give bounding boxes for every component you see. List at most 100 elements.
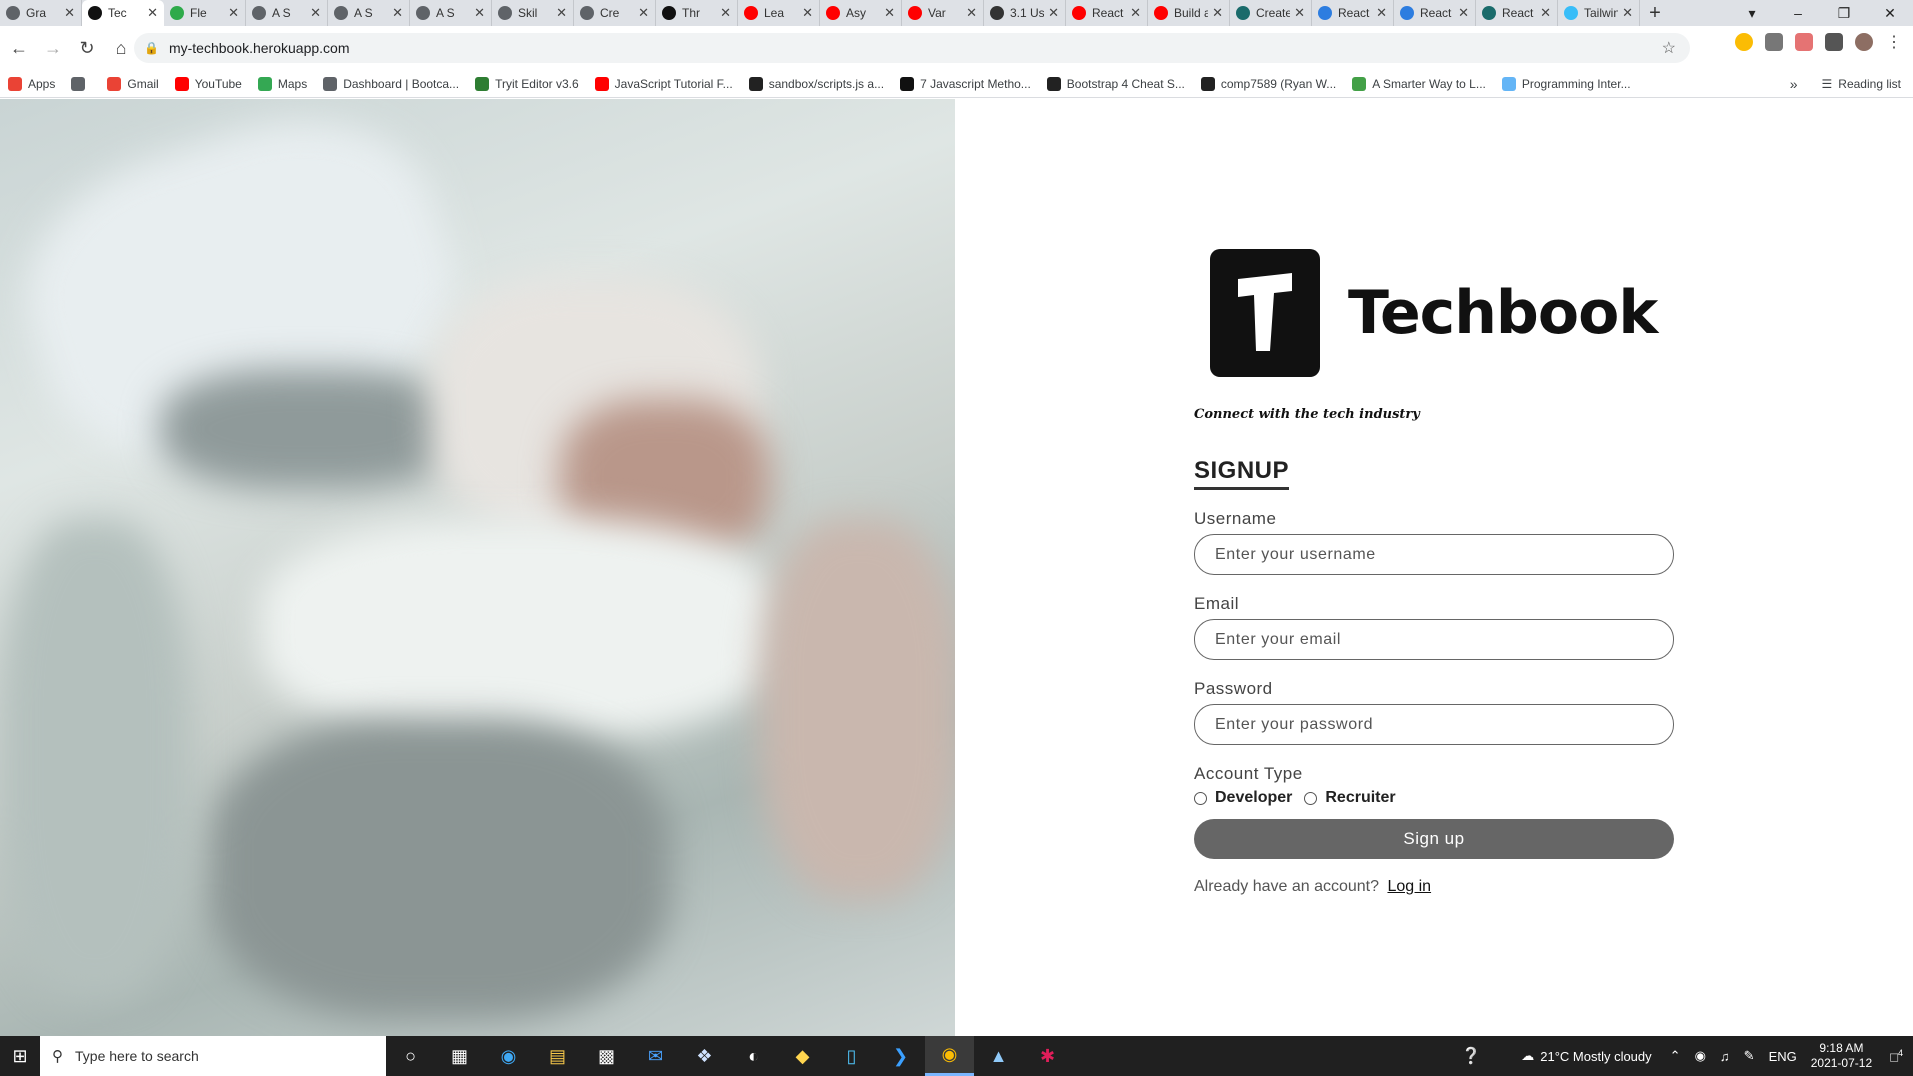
close-window-icon[interactable]: ✕ xyxy=(1867,0,1913,26)
login-link[interactable]: Log in xyxy=(1387,878,1431,895)
chrome-icon[interactable]: ◉ xyxy=(925,1036,974,1076)
browser-tab[interactable]: Cre ✕ xyxy=(574,0,656,26)
bookmark-item[interactable]: Apps xyxy=(8,76,55,91)
extension-icon[interactable] xyxy=(1795,33,1813,51)
weather-text[interactable]: 21°C Mostly cloudy xyxy=(1540,1049,1651,1064)
browser-tab[interactable]: React B ✕ xyxy=(1394,0,1476,26)
bookmark-item[interactable]: Gmail xyxy=(107,76,159,91)
browser-tab[interactable]: A S ✕ xyxy=(328,0,410,26)
notifications-icon[interactable]: □4 xyxy=(1890,1048,1903,1064)
bookmark-item[interactable]: JavaScript Tutorial F... xyxy=(594,76,733,91)
minimize-icon[interactable]: – xyxy=(1775,0,1821,26)
tab-close-icon[interactable]: ✕ xyxy=(1048,5,1059,21)
vscode-icon[interactable]: ❯ xyxy=(876,1036,925,1076)
volume-icon[interactable]: ♫ xyxy=(1720,1049,1730,1064)
bookmark-item[interactable]: comp7589 (Ryan W... xyxy=(1200,76,1336,91)
dropbox-icon[interactable]: ❖ xyxy=(680,1036,729,1076)
file-explorer-icon[interactable]: ▤ xyxy=(533,1036,582,1076)
username-field[interactable] xyxy=(1194,534,1674,575)
developer-radio[interactable] xyxy=(1194,791,1207,805)
restore-icon[interactable]: ❐ xyxy=(1821,0,1867,26)
language-indicator[interactable]: ENG xyxy=(1769,1049,1797,1064)
tab-close-icon[interactable]: ✕ xyxy=(1458,5,1469,21)
browser-tab[interactable]: Build a ✕ xyxy=(1148,0,1230,26)
bookmark-item[interactable] xyxy=(71,76,91,91)
extension-icon[interactable] xyxy=(1765,33,1783,51)
bookmark-item[interactable]: Tryit Editor v3.6 xyxy=(475,76,579,91)
browser-tab[interactable]: React A ✕ xyxy=(1476,0,1558,26)
new-tab-button[interactable]: + xyxy=(1640,0,1670,26)
tab-close-icon[interactable]: ✕ xyxy=(1376,5,1387,21)
forward-icon[interactable]: → xyxy=(38,33,68,63)
bookmark-item[interactable]: YouTube xyxy=(174,76,242,91)
tab-close-icon[interactable]: ✕ xyxy=(1130,5,1141,21)
tab-close-icon[interactable]: ✕ xyxy=(1540,5,1551,21)
browser-tab[interactable]: Create ✕ xyxy=(1230,0,1312,26)
tab-close-icon[interactable]: ✕ xyxy=(474,5,485,21)
edge-icon[interactable]: ◉ xyxy=(484,1036,533,1076)
browser-tab[interactable]: A S ✕ xyxy=(410,0,492,26)
tab-close-icon[interactable]: ✕ xyxy=(64,5,75,21)
help-icon[interactable]: ❔ xyxy=(1461,1046,1481,1066)
notepad-icon[interactable]: ▯ xyxy=(827,1036,876,1076)
reload-icon[interactable]: ↻ xyxy=(72,33,102,63)
browser-tab[interactable]: A S ✕ xyxy=(246,0,328,26)
tab-close-icon[interactable]: ✕ xyxy=(638,5,649,21)
tab-close-icon[interactable]: ✕ xyxy=(310,5,321,21)
browser-tab[interactable]: Thr ✕ xyxy=(656,0,738,26)
tab-close-icon[interactable]: ✕ xyxy=(1294,5,1305,21)
bookmark-star-icon[interactable]: ☆ xyxy=(1662,38,1676,58)
bookmark-item[interactable]: Dashboard | Bootca... xyxy=(323,76,459,91)
task-view-icon[interactable]: ▦ xyxy=(435,1036,484,1076)
back-icon[interactable]: ← xyxy=(4,33,34,63)
bookmark-item[interactable]: Bootstrap 4 Cheat S... xyxy=(1046,76,1185,91)
app-icon[interactable]: ▲ xyxy=(974,1036,1023,1076)
tab-close-icon[interactable]: ✕ xyxy=(802,5,813,21)
tab-close-icon[interactable]: ✕ xyxy=(147,5,158,21)
browser-tab[interactable]: Tec ✕ xyxy=(82,0,164,26)
bookmark-item[interactable]: 7 Javascript Metho... xyxy=(900,76,1031,91)
pen-icon[interactable]: ✎ xyxy=(1744,1048,1755,1064)
cortana-icon[interactable]: ○ xyxy=(386,1036,435,1076)
clock[interactable]: 9:18 AM 2021-07-12 xyxy=(1811,1041,1872,1071)
browser-tab[interactable]: Var ✕ xyxy=(902,0,984,26)
wifi-icon[interactable]: ◉ xyxy=(1695,1048,1706,1064)
browser-tab[interactable]: Asy ✕ xyxy=(820,0,902,26)
tab-close-icon[interactable]: ✕ xyxy=(720,5,731,21)
browser-tab[interactable]: React JS ✕ xyxy=(1066,0,1148,26)
tab-close-icon[interactable]: ✕ xyxy=(1212,5,1223,21)
email-field[interactable] xyxy=(1194,619,1674,660)
slack-icon[interactable]: ✱ xyxy=(1023,1036,1072,1076)
browser-tab[interactable]: 3.1 Usin✕ xyxy=(984,0,1066,26)
address-bar[interactable]: 🔒 my-techbook.herokuapp.com ☆ xyxy=(134,33,1690,63)
browser-tab[interactable]: Tailwind ✕ xyxy=(1558,0,1640,26)
tab-search-icon[interactable]: ▾ xyxy=(1729,0,1775,26)
taskbar-search[interactable]: ⚲ Type here to search xyxy=(40,1036,386,1076)
browser-tab[interactable]: Skil ✕ xyxy=(492,0,574,26)
github-desktop-icon[interactable]: ◐ xyxy=(729,1036,778,1076)
store-icon[interactable]: ▩ xyxy=(582,1036,631,1076)
bookmark-item[interactable]: Maps xyxy=(257,76,307,91)
bookmark-item[interactable]: Programming Inter... xyxy=(1501,76,1631,91)
tray-chevron-icon[interactable]: ⌃ xyxy=(1670,1048,1681,1064)
recruiter-radio[interactable] xyxy=(1304,791,1318,805)
more-bookmarks-icon[interactable]: » xyxy=(1790,76,1798,92)
bookmark-item[interactable]: A Smarter Way to L... xyxy=(1352,76,1486,91)
windows-start-icon[interactable]: ⊞ xyxy=(0,1036,40,1076)
git-icon[interactable]: ◆ xyxy=(778,1036,827,1076)
mail-icon[interactable]: ✉ xyxy=(631,1036,680,1076)
extension-icon[interactable] xyxy=(1735,33,1753,51)
reading-list[interactable]: » ☰ Reading list xyxy=(1790,70,1901,98)
password-field[interactable] xyxy=(1194,704,1674,745)
tab-close-icon[interactable]: ✕ xyxy=(966,5,977,21)
tab-close-icon[interactable]: ✕ xyxy=(228,5,239,21)
extensions-puzzle-icon[interactable] xyxy=(1825,33,1843,51)
tab-close-icon[interactable]: ✕ xyxy=(556,5,567,21)
tab-close-icon[interactable]: ✕ xyxy=(392,5,403,21)
tab-close-icon[interactable]: ✕ xyxy=(884,5,895,21)
browser-tab[interactable]: Gra ✕ xyxy=(0,0,82,26)
tab-close-icon[interactable]: ✕ xyxy=(1622,5,1633,21)
browser-tab[interactable]: Fle ✕ xyxy=(164,0,246,26)
signup-button[interactable]: Sign up xyxy=(1194,819,1674,859)
browser-tab[interactable]: React Ty ✕ xyxy=(1312,0,1394,26)
